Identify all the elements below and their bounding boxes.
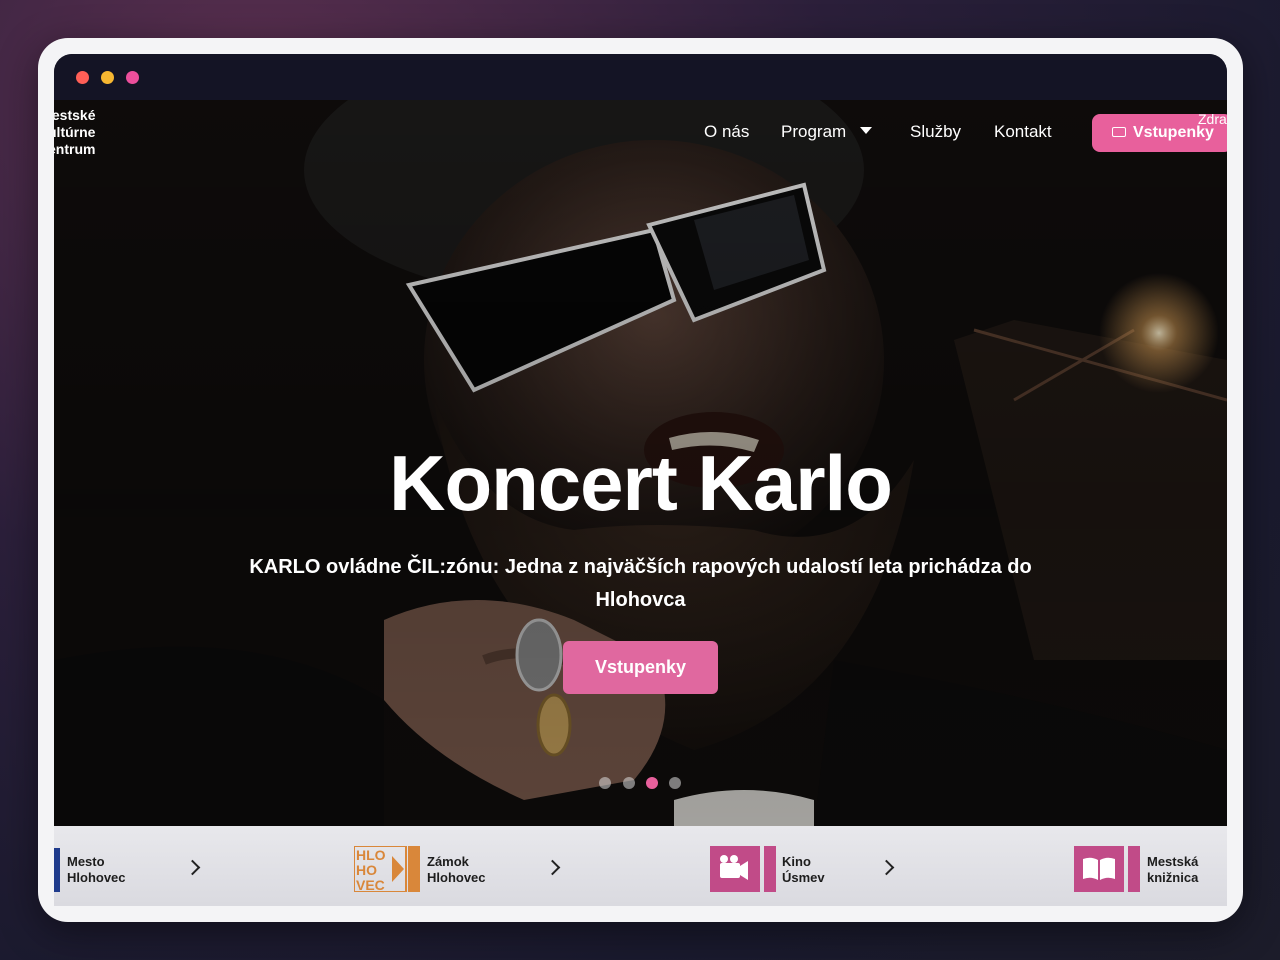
- nav-item-truncated[interactable]: Zdra: [1198, 111, 1227, 127]
- partner-zamok-hlohovec[interactable]: HLO HO VEC Zámok Hlohovec: [354, 826, 574, 906]
- partner-name: Mesto Hlohovec: [67, 854, 126, 885]
- maximize-window-button[interactable]: [126, 71, 139, 84]
- ticket-icon: [1112, 127, 1126, 137]
- hero-tickets-button[interactable]: Vstupenky: [563, 641, 718, 694]
- slider-dot-1[interactable]: [599, 777, 611, 789]
- slider-dot-2[interactable]: [623, 777, 635, 789]
- book-icon: [1074, 846, 1140, 892]
- nav-item-program[interactable]: Program: [781, 122, 873, 146]
- browser-titlebar: [54, 54, 1227, 100]
- partner-name: Zámok Hlohovec: [427, 854, 486, 885]
- partner-kino-usmev[interactable]: Kino Úsmev: [710, 826, 910, 906]
- chevron-right-icon: [878, 859, 895, 876]
- nav-item-kontakt[interactable]: Kontakt: [994, 122, 1052, 146]
- svg-text:HO: HO: [356, 862, 377, 878]
- city-icon: [54, 848, 60, 892]
- partner-name: Kino Úsmev: [782, 854, 825, 885]
- chevron-right-icon: [184, 859, 201, 876]
- partner-mestska-kniznica[interactable]: Mestská knižnica: [1074, 826, 1227, 906]
- hero-title: Koncert Karlo: [389, 439, 893, 527]
- video-camera-icon: [710, 846, 776, 892]
- partner-name: Mestská knižnica: [1147, 854, 1199, 885]
- nav-item-program-label: Program: [781, 122, 847, 141]
- svg-text:HLO: HLO: [356, 847, 386, 863]
- slider-dot-4[interactable]: [669, 777, 681, 789]
- slider-dot-3[interactable]: [646, 777, 658, 789]
- minimize-window-button[interactable]: [101, 71, 114, 84]
- caret-down-icon: [860, 127, 873, 134]
- partner-mesto-hlohovec[interactable]: Mesto Hlohovec: [54, 826, 214, 906]
- site-logo[interactable]: lestské ultúrne entrum: [54, 107, 95, 158]
- partners-bar: Mesto Hlohovec HLO HO VEC Zámok Hlohovec: [54, 826, 1227, 906]
- hero-subtitle: KARLO ovládne ČIL:zónu: Jedna z najväčší…: [249, 556, 1032, 611]
- nav-item-sluzby[interactable]: Služby: [910, 122, 961, 146]
- svg-text:VEC: VEC: [356, 877, 385, 892]
- hlohovec-logo-icon: HLO HO VEC: [354, 846, 420, 892]
- hero-slider: lestské ultúrne entrum O nás Program Slu…: [54, 100, 1227, 826]
- nav-item-o-nas[interactable]: O nás: [704, 122, 749, 146]
- chevron-right-icon: [544, 859, 561, 876]
- browser-window: lestské ultúrne entrum O nás Program Slu…: [54, 54, 1227, 906]
- close-window-button[interactable]: [76, 71, 89, 84]
